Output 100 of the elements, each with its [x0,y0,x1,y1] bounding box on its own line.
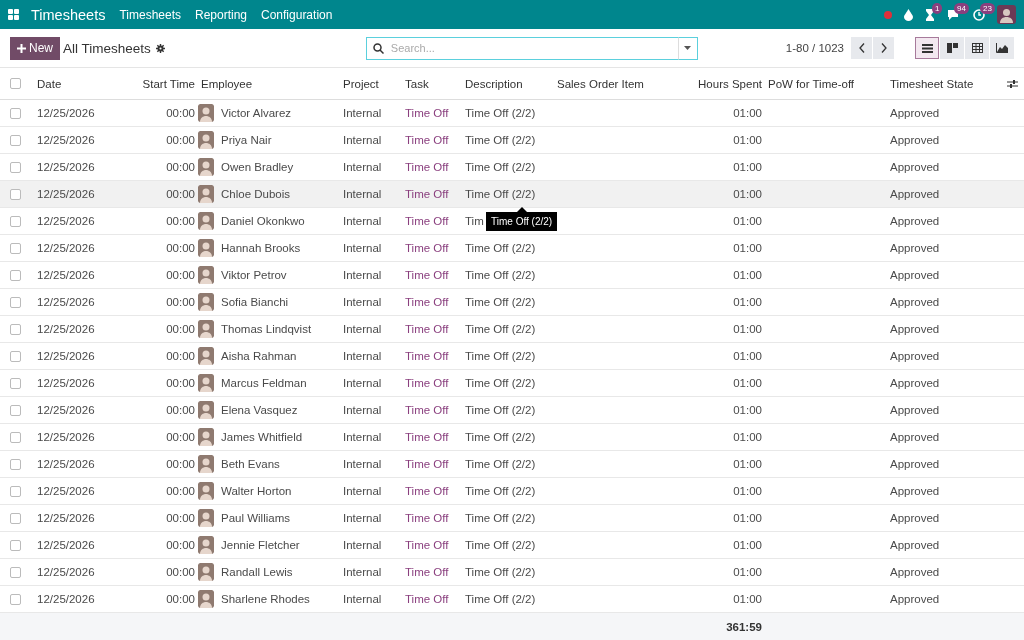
time-cell-text: 00:00 [165,566,196,578]
column-header[interactable]: PoW for Time-off [765,77,858,90]
row-checkbox[interactable] [9,350,21,362]
project-cell-text: Internal [342,161,383,173]
avatar-icon [198,374,214,392]
column-header[interactable]: Project [340,77,382,90]
column-header[interactable]: Timesheet State [887,77,977,90]
app-title[interactable]: Timesheets [31,6,106,23]
hourglass-icon[interactable] [925,8,935,21]
row-checkbox[interactable] [9,539,21,551]
avatar-icon [198,293,214,311]
task-link[interactable]: Time Off [402,323,452,335]
row-checkbox[interactable] [9,296,21,308]
description-cell-text: Time Off (2/2) [464,296,537,308]
row-checkbox[interactable] [9,134,21,146]
description-cell-text: Time Off (2/2) [464,269,537,281]
column-header[interactable]: Sales Order Item [554,77,647,90]
task-link[interactable]: Time Off [402,593,452,605]
search-field[interactable]: Search... [365,36,678,60]
column-header[interactable]: Hours Spent [695,77,765,90]
row-checkbox[interactable] [9,566,21,578]
task-link[interactable]: Time Off [402,134,452,146]
drop-icon[interactable] [904,8,913,21]
row-checkbox[interactable] [9,512,21,524]
row-checkbox[interactable] [9,458,21,470]
time-cell-text: 00:00 [165,593,196,605]
menu-item[interactable]: Timesheets [119,7,181,22]
previous-button[interactable] [851,37,872,59]
area-chart-button[interactable] [990,37,1014,59]
task-link[interactable]: Time Off [402,296,452,308]
plus-icon [17,43,26,53]
user-avatar-icon[interactable] [997,5,1016,24]
task-link[interactable]: Time Off [402,404,452,416]
row-checkbox[interactable] [9,431,21,443]
column-settings-icon[interactable] [1006,78,1018,89]
row-checkbox[interactable] [9,188,21,200]
column-header[interactable]: Task [402,77,432,90]
row-checkbox[interactable] [9,593,21,605]
column-header[interactable]: Date [30,77,65,90]
kanban-view-button[interactable] [940,37,964,59]
employee-name: Hannah Brooks [220,242,302,254]
row-checkbox[interactable] [9,323,21,335]
date-cell-text: 12/25/2026 [36,404,96,416]
state-cell-text: Approved [889,296,941,308]
employee-name: Sofia Bianchi [220,296,290,308]
task-link[interactable]: Time Off [402,566,452,578]
next-button[interactable] [873,37,894,59]
dropdown-toggle[interactable] [677,36,698,60]
tooltip-arrow-icon [516,207,527,212]
new-button[interactable]: New [10,36,60,60]
task-link[interactable]: Time Off [402,539,452,551]
menu-item[interactable]: Reporting [195,7,247,22]
time-cell-text: 00:00 [165,107,196,119]
row-checkbox[interactable] [9,485,21,497]
settings-icon[interactable] [155,43,165,53]
description-cell-text: Time Off (2/2) [464,377,537,389]
task-link[interactable]: Time Off [402,458,452,470]
task-link[interactable]: Time Off [402,269,452,281]
menu-item[interactable]: Configuration [261,7,333,22]
task-link[interactable]: Time Off [402,485,452,497]
list-icon [921,43,933,53]
employee-name: Thomas Lindqvist [220,323,313,335]
row-checkbox[interactable] [9,161,21,173]
row-checkbox[interactable] [9,269,21,281]
grid-icon [971,43,983,53]
table-view-button[interactable] [965,37,989,59]
project-cell-text: Internal [342,458,383,470]
employee-name: Viktor Petrov [220,269,288,281]
task-link[interactable]: Time Off [402,107,452,119]
task-link[interactable]: Time Off [402,188,452,200]
avatar-icon [198,104,214,122]
task-link[interactable]: Time Off [402,215,452,227]
task-link[interactable]: Time Off [402,350,452,362]
hours-total: 361:59 [726,620,763,633]
row-checkbox[interactable] [9,215,21,227]
employee-name: Priya Nair [220,134,273,146]
avatar-icon [198,482,214,500]
column-header[interactable]: Start Time [139,77,198,90]
pager-value[interactable]: 1-80 / 1023 [785,42,844,54]
row-checkbox[interactable] [9,242,21,254]
column-header[interactable]: Employee [198,77,256,90]
date-cell-text: 12/25/2026 [36,296,96,308]
row-checkbox[interactable] [9,404,21,416]
clock-icon[interactable] [973,8,985,21]
description-cell-text: Tim [464,215,485,227]
task-link[interactable]: Time Off [402,242,452,254]
select-all-checkbox[interactable] [9,78,21,89]
task-link[interactable]: Time Off [402,377,452,389]
task-link[interactable]: Time Off [402,431,452,443]
time-cell-text: 00:00 [165,323,196,335]
list-view-button[interactable] [915,37,939,59]
date-cell-text: 12/25/2026 [36,593,96,605]
status-dot-icon[interactable] [884,10,892,19]
row-checkbox[interactable] [9,107,21,119]
row-checkbox[interactable] [9,377,21,389]
apps-menu-icon[interactable] [8,9,19,20]
column-header[interactable]: Description [462,77,526,90]
task-link[interactable]: Time Off [402,512,452,524]
avatar-icon [198,347,214,365]
task-link[interactable]: Time Off [402,161,452,173]
